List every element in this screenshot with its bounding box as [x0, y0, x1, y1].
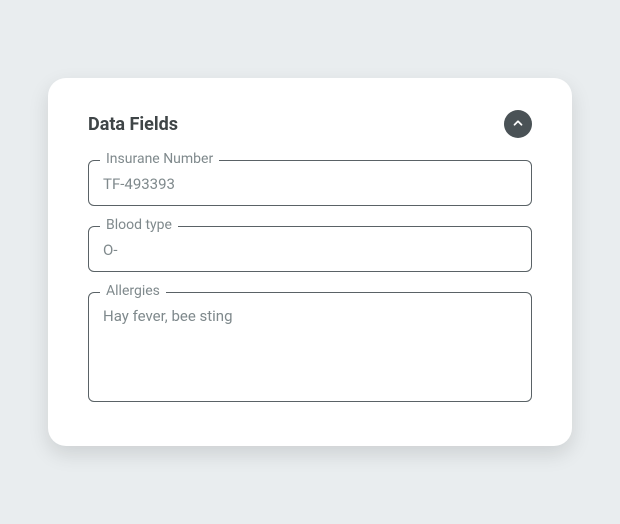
- blood-type-label: Blood type: [100, 217, 178, 233]
- insurance-number-label: Insurane Number: [100, 151, 219, 167]
- collapse-button[interactable]: [504, 110, 532, 138]
- data-fields-card: Data Fields Insurane Number Blood type A…: [48, 78, 572, 446]
- allergies-field-group: Allergies: [88, 292, 532, 406]
- allergies-textarea[interactable]: [88, 292, 532, 402]
- insurance-number-field-group: Insurane Number: [88, 160, 532, 206]
- card-header: Data Fields: [88, 110, 532, 138]
- allergies-label: Allergies: [100, 283, 166, 299]
- blood-type-field-group: Blood type: [88, 226, 532, 272]
- card-title: Data Fields: [88, 114, 178, 135]
- chevron-up-icon: [511, 116, 525, 133]
